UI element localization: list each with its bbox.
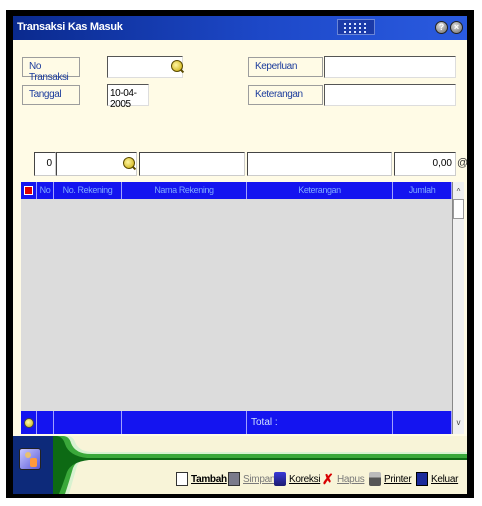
keperluan-label: Keperluan <box>248 57 323 77</box>
footer-cell <box>54 411 122 434</box>
detail-grid[interactable]: No No. Rekening Nama Rekening Keterangan… <box>21 182 464 434</box>
delete-x-icon: ✗ <box>322 471 334 487</box>
scroll-down-icon[interactable]: v <box>454 418 463 427</box>
exit-door-icon <box>416 472 428 486</box>
save-disk-icon <box>228 472 240 486</box>
vertical-scrollbar[interactable]: ^ v <box>452 182 464 434</box>
footer-indicator-icon <box>24 418 34 428</box>
tambah-label: Tambah <box>191 473 227 485</box>
printer-icon <box>369 472 381 486</box>
footer-cell <box>122 411 247 434</box>
close-button[interactable]: × <box>450 21 463 34</box>
detail-no-input[interactable]: 0 <box>34 152 56 176</box>
title-grip-icon[interactable] <box>337 19 375 35</box>
detail-jumlah-input[interactable]: 0,00 <box>394 152 456 176</box>
bottom-toolbar: Tambah Simpan Koreksi ✗ Hapus Printer Ke… <box>13 436 467 494</box>
koreksi-button[interactable]: Koreksi <box>274 470 321 488</box>
keluar-button[interactable]: Keluar <box>416 470 458 488</box>
total-value <box>393 411 452 434</box>
no-transaksi-lookup-icon[interactable] <box>171 60 183 72</box>
no-rekening-lookup-icon[interactable] <box>123 157 135 169</box>
detail-entry-row: 0 0,00 @ <box>13 150 467 180</box>
help-button[interactable]: ? <box>435 21 448 34</box>
new-document-icon <box>176 472 188 486</box>
column-header-nama-rekening[interactable]: Nama Rekening <box>122 182 247 199</box>
header-form: No Transaksi Tanggal 10-04-2005 Keperlua… <box>13 40 467 150</box>
total-label: Total : <box>247 411 393 434</box>
simpan-label: Simpan <box>243 473 276 485</box>
column-header-jumlah[interactable]: Jumlah <box>393 182 452 199</box>
transaksi-kas-masuk-window: Transaksi Kas Masuk ? × No Transaksi Tan… <box>13 16 467 494</box>
tanggal-label: Tanggal <box>22 85 80 105</box>
column-header-keterangan[interactable]: Keterangan <box>247 182 393 199</box>
hapus-label: Hapus <box>337 473 365 485</box>
keluar-label: Keluar <box>431 473 459 485</box>
hapus-button[interactable]: ✗ Hapus <box>322 470 365 488</box>
simpan-button[interactable]: Simpan <box>228 470 275 488</box>
title-bar[interactable]: Transaksi Kas Masuk ? × <box>13 16 467 40</box>
detail-nama-rekening-input[interactable] <box>139 152 245 176</box>
koreksi-label: Koreksi <box>289 473 321 485</box>
at-symbol: @ <box>457 157 467 169</box>
window-title: Transaksi Kas Masuk <box>17 21 123 33</box>
footer-cell <box>37 411 54 434</box>
footer-indicator-cell <box>21 411 37 434</box>
detail-keterangan-input[interactable] <box>247 152 392 176</box>
no-transaksi-label: No Transaksi <box>22 57 80 83</box>
edit-icon <box>274 472 286 486</box>
keterangan-label: Keterangan <box>248 85 323 105</box>
column-header-no-rekening[interactable]: No. Rekening <box>54 182 122 199</box>
printer-label: Printer <box>384 473 412 485</box>
tambah-button[interactable]: Tambah <box>176 470 227 488</box>
printer-button[interactable]: Printer <box>369 470 412 488</box>
app-logo-icon <box>19 448 41 470</box>
grid-footer: Total : <box>21 411 452 434</box>
tanggal-input[interactable]: 10-04-2005 <box>107 84 149 110</box>
column-header-no[interactable]: No <box>37 182 54 199</box>
row-indicator-icon <box>24 186 33 195</box>
grid-header: No No. Rekening Nama Rekening Keterangan… <box>21 182 452 199</box>
keperluan-input[interactable] <box>324 56 456 78</box>
keterangan-input[interactable] <box>324 84 456 106</box>
row-indicator-cell <box>21 182 37 199</box>
scroll-thumb[interactable] <box>453 199 464 219</box>
scroll-up-icon[interactable]: ^ <box>454 187 463 196</box>
